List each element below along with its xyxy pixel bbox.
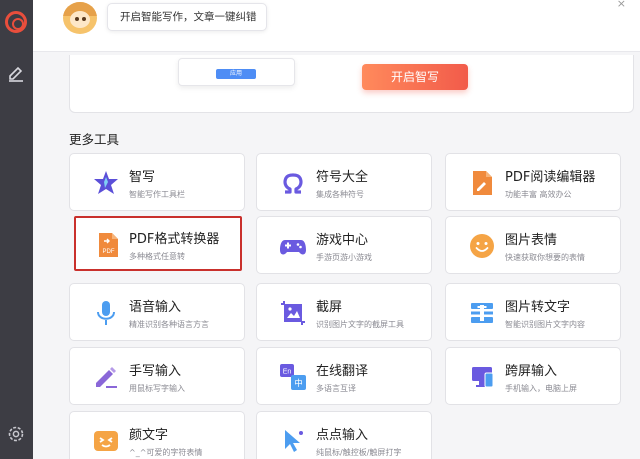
top-bar: 开启智能写作，文章一键纠错 ×: [33, 0, 640, 52]
tool-tile-game-center[interactable]: 游戏中心 手游页游小游戏: [256, 216, 432, 274]
pencil-icon: [96, 367, 117, 388]
smiley-face-icon: [470, 234, 494, 258]
preview-card: 应用: [178, 58, 295, 86]
tool-subtitle: 多语言互译: [316, 384, 356, 393]
tool-title: 在线翻译: [316, 364, 369, 379]
tool-title: 跨屏输入: [505, 364, 558, 379]
tool-title: 游戏中心: [316, 233, 369, 248]
tool-tile-cross-screen[interactable]: 跨屏输入 手机输入，电脑上屏: [445, 347, 621, 405]
tool-subtitle: 手游页游小游戏: [316, 253, 372, 262]
edit-pen-icon[interactable]: [6, 62, 26, 82]
gamepad-icon: [280, 240, 306, 255]
tool-tile-pdf-converter[interactable]: PDF PDF格式转换器 多种格式任意转: [74, 216, 242, 271]
tool-title: 点点输入: [316, 428, 369, 443]
preview-apply-button: 应用: [216, 69, 256, 79]
app-logo-icon[interactable]: [5, 11, 27, 33]
tool-tile-emoji-pic[interactable]: 图片表情 快速获取你想要的表情: [445, 216, 621, 274]
tool-subtitle: 功能丰富 高效办公: [505, 190, 572, 199]
screenshot-crop-icon: [281, 301, 305, 325]
microphone-icon: [97, 301, 115, 325]
tool-tile-kaomoji[interactable]: 颜文字 ^_^可爱的字符表情: [69, 411, 245, 459]
tool-title: 语音输入: [129, 300, 182, 315]
tool-title: PDF格式转换器: [129, 232, 220, 247]
tool-subtitle: 集成各种符号: [316, 190, 364, 199]
tool-subtitle: 智能写作工具栏: [129, 190, 185, 199]
tool-title: 手写输入: [129, 364, 182, 379]
tool-subtitle: 手机输入，电脑上屏: [505, 384, 577, 393]
tool-title: 符号大全: [316, 170, 369, 185]
tool-tile-symbols[interactable]: 符号大全 集成各种符号: [256, 153, 432, 211]
smart-write-banner: 应用 开启智写: [69, 55, 634, 113]
tool-subtitle: 多种格式任意转: [129, 252, 185, 261]
tool-tile-handwrite[interactable]: 手写输入 用鼠标写字输入: [69, 347, 245, 405]
tool-subtitle: 智能识别图片文字内容: [505, 320, 585, 329]
tool-tile-dot-input[interactable]: 点点输入 纯鼠标/触控板/触屏打字: [256, 411, 432, 459]
tool-title: PDF阅读编辑器: [505, 170, 596, 185]
main-panel: 开启智能写作，文章一键纠错 × 应用 开启智写 更多工具 智写 智能写作工具栏 …: [33, 0, 640, 459]
left-sidebar: [0, 0, 33, 459]
omega-symbol-icon: [283, 173, 303, 194]
translate-zh-text: 中: [294, 378, 303, 389]
tool-title: 智写: [129, 170, 156, 185]
tool-subtitle: 用鼠标写字输入: [129, 384, 185, 393]
kaomoji-face-icon: [94, 431, 118, 451]
smart-write-prompt[interactable]: 开启智能写作，文章一键纠错: [107, 3, 267, 31]
tool-title: 截屏: [316, 300, 343, 315]
pdf-edit-document-icon: [473, 171, 492, 195]
tool-title: 图片表情: [505, 233, 558, 248]
tool-subtitle: 识别图片文字的截屏工具: [316, 320, 404, 329]
section-title: 更多工具: [69, 132, 120, 147]
tool-subtitle: 纯鼠标/触控板/触屏打字: [316, 448, 402, 457]
tool-tile-pdf-editor[interactable]: PDF阅读编辑器 功能丰富 高效办公: [445, 153, 621, 211]
translate-en-text: En: [283, 369, 292, 376]
tool-subtitle: ^_^可爱的字符表情: [129, 448, 203, 457]
tool-tile-translate[interactable]: En 中 在线翻译 多语言互译: [256, 347, 432, 405]
tool-subtitle: 精准识别各种语言方言: [129, 320, 209, 329]
settings-gear-icon[interactable]: [6, 424, 26, 444]
tool-subtitle: 快速获取你想要的表情: [505, 253, 585, 262]
mascot-avatar[interactable]: [63, 2, 97, 34]
smart-write-star-icon: [94, 171, 118, 194]
start-smart-write-button[interactable]: 开启智写: [362, 64, 468, 90]
tool-tile-screenshot[interactable]: 截屏 识别图片文字的截屏工具: [256, 283, 432, 341]
close-icon[interactable]: ×: [617, 0, 626, 10]
tool-title: 颜文字: [129, 428, 169, 443]
pdf-icon-text: PDF: [103, 249, 115, 255]
pdf-convert-icon: PDF: [99, 233, 118, 257]
image-scan-text-icon: [471, 303, 493, 323]
translate-icon: En 中: [280, 364, 306, 390]
tool-tile-voice-input[interactable]: 语音输入 精准识别各种语言方言: [69, 283, 245, 341]
tool-tile-img-to-text[interactable]: 图片转文字 智能识别图片文字内容: [445, 283, 621, 341]
tool-tile-smart-write[interactable]: 智写 智能写作工具栏: [69, 153, 245, 211]
cursor-click-icon: [285, 430, 303, 452]
tool-title: 图片转文字: [505, 300, 571, 315]
phone-to-monitor-icon: [472, 367, 494, 388]
